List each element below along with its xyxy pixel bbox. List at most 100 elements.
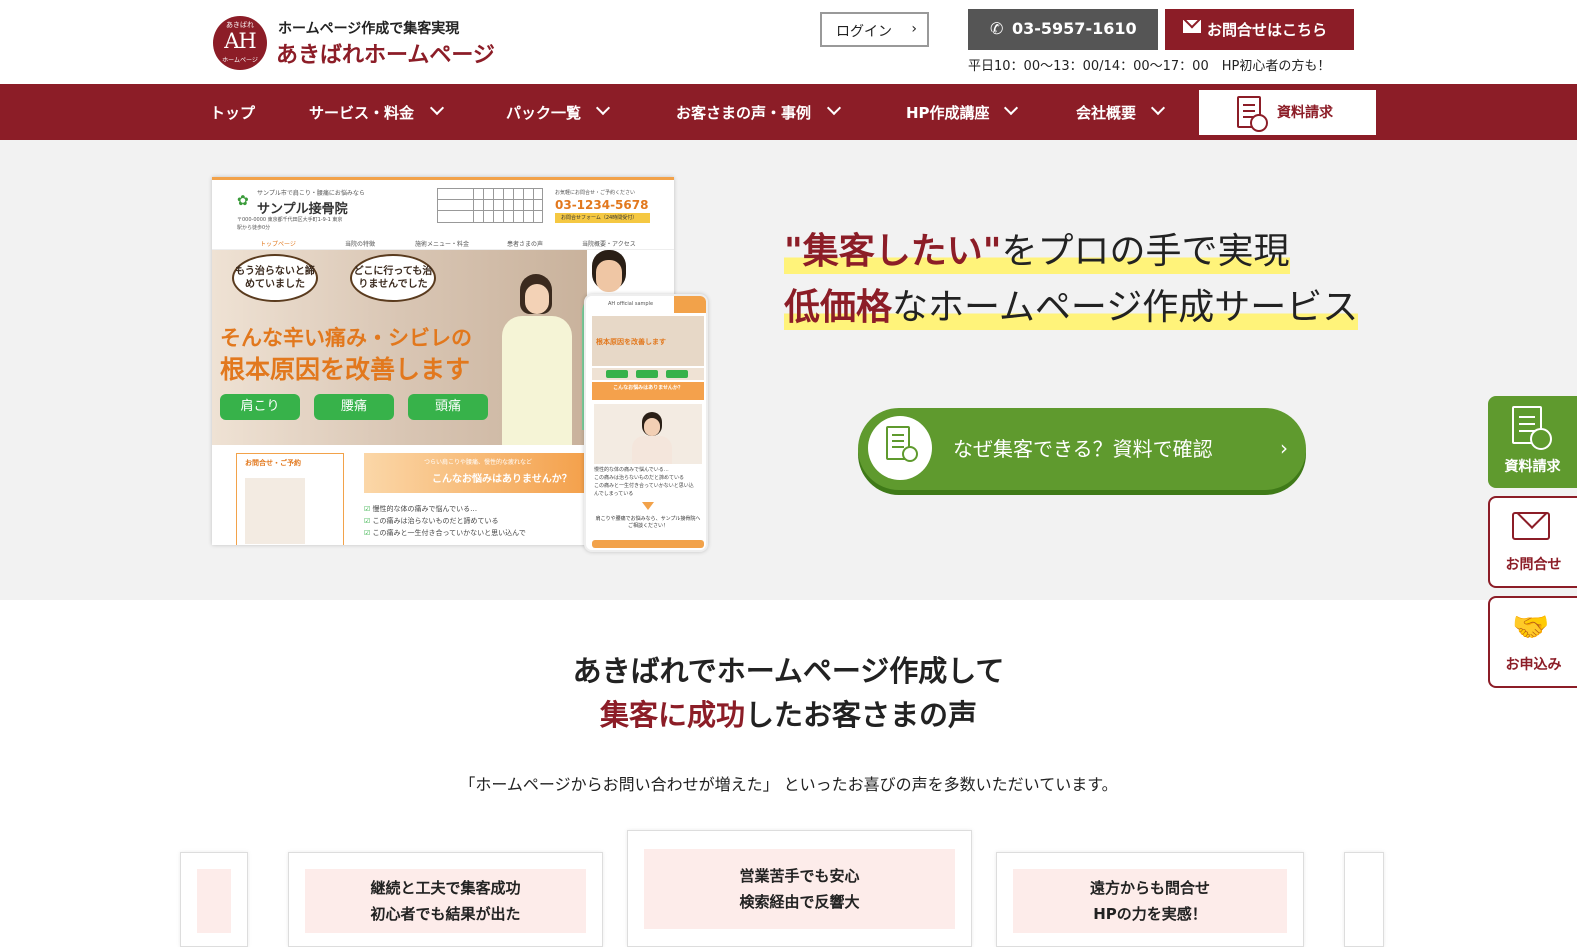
mock-card-photo (245, 478, 305, 544)
chevron-down-icon (826, 100, 842, 116)
arrow-down-icon (642, 502, 654, 510)
document-download-icon (1237, 96, 1268, 132)
mock-phone-catch: 根本原因を改善します (596, 338, 666, 346)
logo-bottom-text: ホームページ (222, 57, 258, 64)
check-icon: ☑ (364, 529, 373, 537)
mail-icon (1512, 512, 1550, 540)
hero-headline-line1: "集客したい"をプロの手で実現 (784, 222, 1290, 274)
nav-item-service[interactable]: サービス・料金 (309, 84, 449, 140)
mock-schedule-table (437, 188, 543, 223)
phone-mockup-image: AH official sample 根本原因を改善します こんなお悩みはありま… (584, 294, 708, 552)
mock-phone-footer: 肩こりや腰痛でお悩みなら、サンプル接骨院へご相談ください！ (595, 516, 701, 529)
mock-nav-item: 患者さまの声 (507, 241, 544, 248)
nav-item-course[interactable]: HP作成講座 (906, 84, 1021, 140)
nav-item-company[interactable]: 会社概要 (1076, 84, 1171, 140)
mock-bubble: どこに行っても治りませんでした (350, 254, 436, 302)
review-card[interactable]: 継続と工夫で集客成功 初心者でも結果が出た (288, 852, 603, 947)
mock-phone-tags (592, 368, 704, 380)
mock-phone-worry: こんなお悩みはありませんか？ (592, 382, 704, 400)
review-card-title-line: 検索経由で反響大 (739, 893, 860, 911)
nav-item-label: HP作成講座 (906, 104, 990, 122)
review-card-title: 営業苦手でも安心 検索経由で反響大 (644, 849, 955, 929)
mock-nav-item: トップページ (260, 241, 296, 248)
review-card-partial[interactable] (180, 852, 248, 947)
mock-header: ✿ サンプル市で肩こり・腰痛にお悩みなら サンプル接骨院 〒000-0000 東… (212, 180, 674, 235)
chevron-down-icon (595, 100, 611, 116)
mock-phone-banner: 根本原因を改善します (592, 316, 704, 366)
mock-worry-kicker: つらい肩こりや腰痛、慢性的な疲れなど (424, 459, 533, 466)
mock-banner: もう治らないと諦めていました どこに行っても治りませんでした そんな辛い痛み・シ… (212, 250, 587, 445)
mock-nav-item: 当院概要・アクセス (582, 241, 636, 248)
cta-label: なぜ集客できる？資料で確認 (953, 437, 1213, 461)
mock-nav-item: 当院の特徴 (345, 241, 376, 248)
side-tab-label: 資料請求 (1504, 459, 1561, 475)
cta-document-button[interactable]: なぜ集客できる？資料で確認 › (858, 408, 1306, 490)
login-button[interactable]: ログイン › (820, 12, 929, 47)
reviews-title-rest: したお客さまの声 (745, 698, 978, 732)
mock-phone-photo (594, 404, 702, 464)
mock-check-item: この痛みは治らないものだと諦めている (372, 517, 499, 525)
site-tagline: ホームページ作成で集客実現 (278, 21, 460, 37)
nav-item-label: サービス・料金 (309, 104, 415, 122)
review-card-title-line: HPの力を実感！ (1093, 905, 1207, 923)
mock-phone: 03-1234-5678 (555, 198, 649, 212)
hero-headline2-rest: なホームページ作成サービス (892, 287, 1359, 328)
hero-headline-line2: 低価格なホームページ作成サービス (784, 278, 1359, 330)
hero-headline-rest: をプロの手で実現 (1001, 231, 1290, 272)
site-header: あきばれ AH ホームページ ホームページ作成で集客実現 あきばれホームページ … (0, 0, 1577, 84)
contact-button[interactable]: お問合せはこちら (1165, 9, 1354, 50)
side-doc-request-tab[interactable]: 資料請求 (1488, 396, 1577, 488)
mock-phone-checklist: 慢性的な体の痛みで悩んでいる… この痛みは治らないものだと諦めている この痛みと… (594, 466, 698, 498)
business-hours: 平日10：00～13：00/14：00～17：00 HP初心者の方も！ (968, 59, 1331, 74)
mock-worry-title: こんなお悩みはありませんか？ (432, 474, 572, 485)
review-card-featured[interactable]: 営業苦手でも安心 検索経由で反響大 (627, 830, 972, 947)
side-contact-tab[interactable]: お問合せ (1488, 496, 1577, 588)
mock-check-item: 慢性的な体の痛みで悩んでいる… (372, 505, 478, 513)
doc-request-label: 資料請求 (1277, 105, 1333, 121)
phone-button[interactable]: ✆ 03-5957-1610 (968, 9, 1158, 50)
mock-catch-line2: 根本原因を改善します (220, 355, 471, 384)
chevron-right-icon: › (1280, 436, 1288, 460)
chevron-down-icon (1150, 100, 1166, 116)
review-card-title: 継続と工夫で集客成功 初心者でも結果が出た (305, 869, 586, 933)
logo[interactable]: あきばれ AH ホームページ (213, 16, 267, 70)
nav-item-label: 会社概要 (1076, 104, 1137, 122)
nav-item-packs[interactable]: パック一覧 (506, 84, 616, 140)
mock-phone-check: 慢性的な体の痛みで悩んでいる… (594, 467, 669, 473)
review-card-title-line: 営業苦手でも安心 (739, 867, 860, 885)
handshake-icon: 🤝 (1512, 610, 1550, 645)
mock-phone-check: この痛みは治らないものだと諦めている (594, 475, 685, 481)
nav-item-top[interactable]: トップ (210, 84, 280, 140)
mock-worry-banner: つらい肩こりや腰痛、慢性的な疲れなど こんなお悩みはありませんか？ (364, 453, 584, 493)
mock-card-title: お問合せ・ご予約 (245, 459, 301, 467)
mock-phone-bottom-bar (592, 540, 704, 548)
review-card[interactable]: 遠方からも問合せ HPの力を実感！ (996, 852, 1304, 947)
hero-headline-strong: 低価格 (784, 287, 893, 328)
nav-item-label: トップ (210, 104, 256, 122)
review-card-title-line: 遠方からも問合せ (1089, 879, 1210, 897)
mock-tag: 肩こり (220, 394, 300, 420)
document-download-icon (868, 416, 932, 480)
check-icon: ☑ (364, 505, 373, 513)
reviews-title-accent: 集客に成功 (599, 698, 745, 732)
reviews-title-line2: 集客に成功したお客さまの声 (0, 692, 1577, 734)
side-tab-label: お問合せ (1505, 557, 1562, 573)
review-card-title-bg (197, 869, 231, 933)
mock-phone-check: この痛みと一生付き合っていかないと思い込んでしまっている (594, 483, 694, 497)
mock-phone-menu (674, 296, 706, 313)
phone-icon: ✆ (990, 19, 1004, 38)
mock-checklist: ☑ 慢性的な体の痛みで悩んでいる… ☑ この痛みは治らないものだと諦めている ☑… (364, 503, 526, 539)
site-name[interactable]: あきばれホームページ (276, 37, 495, 69)
contact-label: お問合せはこちら (1207, 21, 1328, 39)
mock-phone-kicker: お気軽にお問合せ・ご予約ください (555, 190, 636, 196)
mock-bubble: もう治らないと諦めていました (232, 254, 318, 302)
mock-staff-woman (502, 274, 572, 445)
nav-item-voices[interactable]: お客さまの声・事例 (676, 84, 846, 140)
review-card-title: 遠方からも問合せ HPの力を実感！ (1013, 869, 1287, 933)
mock-nav-item: 施術メニュー・料金 (415, 241, 470, 248)
doc-request-button[interactable]: 資料請求 (1199, 90, 1376, 135)
mock-address: 〒000-0000 東京都千代田区大手町1-9-1 東京駅から徒歩0分 (237, 217, 343, 231)
mock-clinic-name: サンプル接骨院 (257, 202, 348, 217)
hero-headline-quote: "集客したい" (784, 231, 1002, 272)
review-card-partial[interactable] (1344, 852, 1384, 947)
